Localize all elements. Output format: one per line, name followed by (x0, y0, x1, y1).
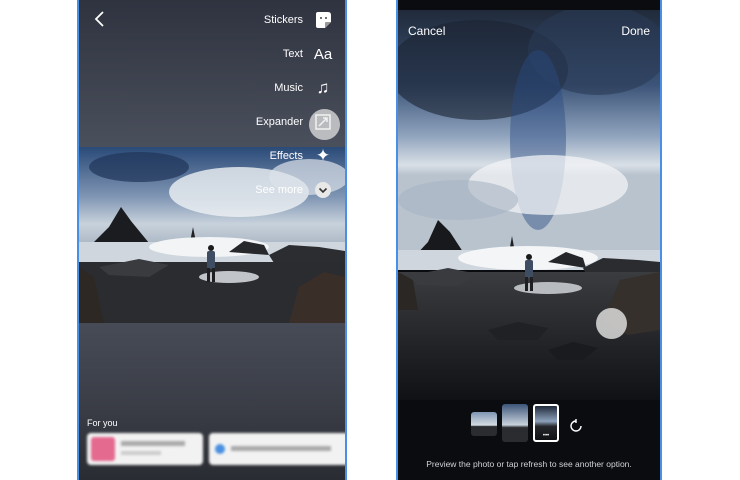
preview-caption: Preview the photo or tap refresh to see … (426, 459, 632, 469)
tool-text[interactable]: Text Aa (283, 44, 333, 64)
tool-effects-label: Effects (269, 150, 303, 162)
tool-see-more-label: See more (255, 184, 303, 196)
text-aa-icon: Aa (313, 45, 333, 63)
right-phone-screen: Cancel Done ••• Preview the photo or tap… (396, 0, 662, 480)
option-thumbnail[interactable] (471, 412, 497, 436)
expanded-photo (398, 10, 660, 400)
sticker-icon (313, 10, 333, 30)
touch-indicator (309, 109, 340, 140)
original-photo (79, 147, 345, 323)
tool-stickers-label: Stickers (263, 14, 303, 26)
tool-music-label: Music (274, 82, 303, 94)
done-button[interactable]: Done (621, 24, 650, 38)
tool-text-label: Text (282, 48, 303, 60)
more-dots: ••• (542, 433, 550, 439)
music-note-icon: ♫ (316, 78, 330, 97)
touch-indicator (596, 308, 627, 339)
suggestion-card[interactable] (209, 433, 345, 465)
back-chevron-icon[interactable] (91, 10, 109, 28)
option-thumbnail-selected[interactable]: ••• (533, 404, 559, 442)
left-phone-screen: Stickers Text Aa Music ♫ Expander Effect… (77, 0, 347, 480)
tool-stickers[interactable]: Stickers (264, 10, 333, 30)
suggestion-card[interactable] (87, 433, 203, 465)
tool-music[interactable]: Music ♫ (274, 78, 333, 98)
for-you-heading: For you (87, 418, 118, 428)
tool-effects[interactable]: Effects ✦ (270, 146, 333, 166)
tool-expander-label: Expander (255, 116, 303, 128)
refresh-icon[interactable] (568, 418, 584, 434)
chevron-down-icon (313, 180, 333, 200)
sparkle-icon: ✦ (315, 146, 331, 165)
option-thumbnail[interactable] (502, 404, 528, 442)
cancel-button[interactable]: Cancel (408, 24, 445, 38)
tool-see-more[interactable]: See more (255, 180, 333, 200)
